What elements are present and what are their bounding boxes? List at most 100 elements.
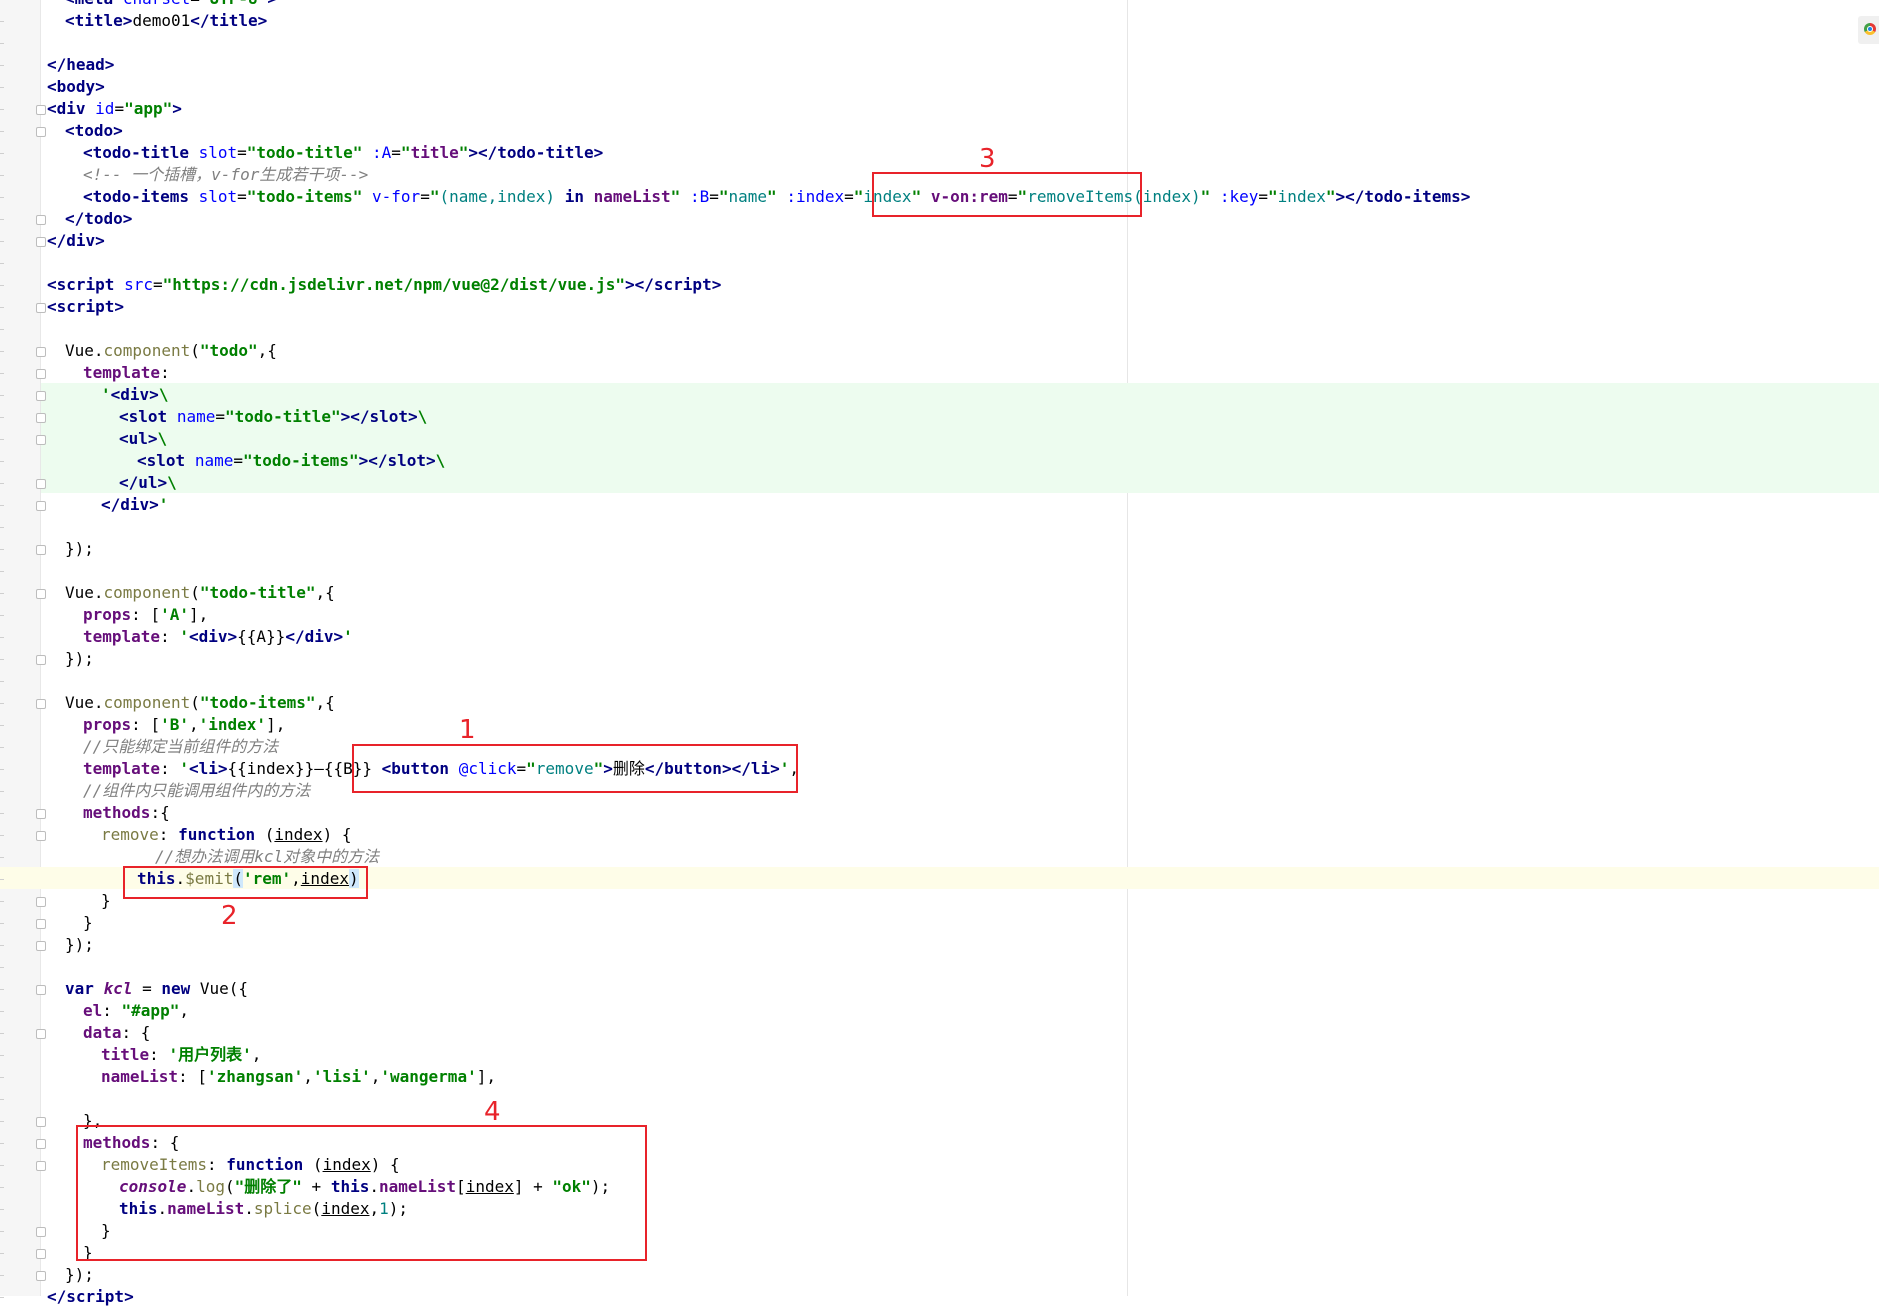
code-text: template: xyxy=(83,363,170,382)
fold-marker-icon[interactable] xyxy=(36,413,46,423)
fold-marker-icon[interactable] xyxy=(36,655,46,665)
fold-marker-icon[interactable] xyxy=(36,1249,46,1259)
line-number-tick xyxy=(0,219,4,220)
code-text: <slot name="todo-items"></slot>\ xyxy=(137,451,446,470)
code-text: <todo> xyxy=(65,121,123,140)
code-line[interactable]: el: "#app", xyxy=(0,1000,1879,1022)
code-line[interactable]: methods:{ xyxy=(0,802,1879,824)
fold-marker-icon[interactable] xyxy=(36,105,46,115)
line-number-tick xyxy=(0,1099,4,1100)
fold-marker-icon[interactable] xyxy=(36,391,46,401)
code-line[interactable]: template: '<div>{{A}}</div>' xyxy=(0,626,1879,648)
code-line[interactable]: </script> xyxy=(0,1286,1879,1308)
code-line[interactable]: <todo> xyxy=(0,120,1879,142)
code-line[interactable]: props: ['B','index'], xyxy=(0,714,1879,736)
line-number-tick xyxy=(0,1165,4,1166)
line-number-tick xyxy=(0,1121,4,1122)
fold-marker-icon[interactable] xyxy=(36,1029,46,1039)
line-number-tick xyxy=(0,131,4,132)
code-line[interactable]: <script> xyxy=(0,296,1879,318)
code-line[interactable]: <meta charset="UTF-8"> xyxy=(0,0,1879,10)
fold-marker-icon[interactable] xyxy=(36,897,46,907)
line-number-tick xyxy=(0,813,4,814)
code-line[interactable]: <body> xyxy=(0,76,1879,98)
line-number-tick xyxy=(0,65,4,66)
code-line[interactable]: }); xyxy=(0,648,1879,670)
fold-marker-icon[interactable] xyxy=(36,1139,46,1149)
fold-marker-icon[interactable] xyxy=(36,1117,46,1127)
code-line[interactable]: </div> xyxy=(0,230,1879,252)
fold-marker-icon[interactable] xyxy=(36,1227,46,1237)
fold-marker-icon[interactable] xyxy=(36,941,46,951)
code-text: template: '<div>{{A}}</div>' xyxy=(83,627,353,646)
code-line[interactable]: <title>demo01</title> xyxy=(0,10,1879,32)
code-line[interactable]: nameList: ['zhangsan','lisi','wangerma']… xyxy=(0,1066,1879,1088)
code-line[interactable]: Vue.component("todo-items",{ xyxy=(0,692,1879,714)
code-line[interactable]: remove: function (index) { xyxy=(0,824,1879,846)
fold-marker-icon[interactable] xyxy=(36,303,46,313)
code-line[interactable]: <script src="https://cdn.jsdelivr.net/np… xyxy=(0,274,1879,296)
code-text: Vue.component("todo-items",{ xyxy=(65,693,335,712)
fold-marker-icon[interactable] xyxy=(36,699,46,709)
fold-marker-icon[interactable] xyxy=(36,831,46,841)
code-line[interactable]: }); xyxy=(0,538,1879,560)
code-line[interactable]: Vue.component("todo-title",{ xyxy=(0,582,1879,604)
code-line[interactable]: props: ['A'], xyxy=(0,604,1879,626)
fold-marker-icon[interactable] xyxy=(36,369,46,379)
code-line[interactable]: <slot name="todo-title"></slot>\ xyxy=(0,406,1879,428)
code-text: </div>' xyxy=(101,495,169,514)
code-line[interactable]: var kcl = new Vue({ xyxy=(0,978,1879,1000)
line-number-tick xyxy=(0,461,4,462)
code-line[interactable]: template: xyxy=(0,362,1879,384)
code-line[interactable]: </head> xyxy=(0,54,1879,76)
fold-marker-icon[interactable] xyxy=(36,237,46,247)
line-number-tick xyxy=(0,967,4,968)
code-line[interactable]: <ul>\ xyxy=(0,428,1879,450)
fold-marker-icon[interactable] xyxy=(36,347,46,357)
line-number-tick xyxy=(0,351,4,352)
code-text: <title>demo01</title> xyxy=(65,11,268,30)
code-line[interactable]: <div id="app"> xyxy=(0,98,1879,120)
code-line[interactable]: Vue.component("todo",{ xyxy=(0,340,1879,362)
code-line[interactable]: data: { xyxy=(0,1022,1879,1044)
code-line[interactable]: }); xyxy=(0,1264,1879,1286)
fold-marker-icon[interactable] xyxy=(36,1271,46,1281)
code-line[interactable]: template: '<li>{{index}}—{{B}} <button @… xyxy=(0,758,1879,780)
code-line[interactable]: //组件内只能调用组件内的方法 xyxy=(0,780,1879,802)
line-number-tick xyxy=(0,1033,4,1034)
code-line[interactable]: //想办法调用kcl对象中的方法 xyxy=(0,846,1879,868)
fold-marker-icon[interactable] xyxy=(36,919,46,929)
fold-marker-icon[interactable] xyxy=(36,1161,46,1171)
code-line[interactable] xyxy=(0,252,1879,274)
code-line[interactable]: title: '用户列表', xyxy=(0,1044,1879,1066)
fold-marker-icon[interactable] xyxy=(36,545,46,555)
fold-marker-icon[interactable] xyxy=(36,127,46,137)
code-line[interactable]: </ul>\ xyxy=(0,472,1879,494)
fold-marker-icon[interactable] xyxy=(36,501,46,511)
code-line[interactable] xyxy=(0,318,1879,340)
browser-preview-icon[interactable] xyxy=(1858,16,1879,44)
fold-marker-icon[interactable] xyxy=(36,809,46,819)
code-line[interactable] xyxy=(0,956,1879,978)
code-line[interactable]: } xyxy=(0,912,1879,934)
code-line[interactable]: <slot name="todo-items"></slot>\ xyxy=(0,450,1879,472)
code-line[interactable] xyxy=(0,560,1879,582)
code-line[interactable] xyxy=(0,516,1879,538)
code-line[interactable] xyxy=(0,670,1879,692)
fold-marker-icon[interactable] xyxy=(36,435,46,445)
code-line[interactable] xyxy=(0,32,1879,54)
code-line[interactable]: //只能绑定当前组件的方法 xyxy=(0,736,1879,758)
fold-marker-icon[interactable] xyxy=(36,589,46,599)
fold-marker-icon[interactable] xyxy=(36,985,46,995)
fold-marker-icon[interactable] xyxy=(36,479,46,489)
code-line[interactable] xyxy=(0,1088,1879,1110)
line-number-tick xyxy=(0,285,4,286)
code-line[interactable]: </div>' xyxy=(0,494,1879,516)
code-line[interactable]: '<div>\ xyxy=(0,384,1879,406)
code-line[interactable]: }); xyxy=(0,934,1879,956)
line-number-tick xyxy=(0,791,4,792)
fold-marker-icon[interactable] xyxy=(36,215,46,225)
code-text: methods:{ xyxy=(83,803,170,822)
code-line[interactable]: <todo-title slot="todo-title" :A="title"… xyxy=(0,142,1879,164)
line-number-tick xyxy=(0,373,4,374)
